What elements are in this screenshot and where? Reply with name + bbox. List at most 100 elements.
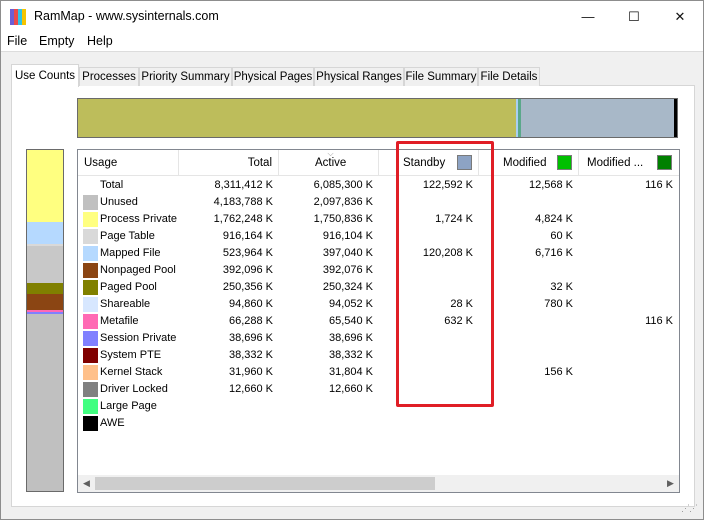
usage-color-swatch: [83, 382, 98, 397]
rammap-window: RamMap - www.sysinternals.com — ☐ ✕ File…: [0, 0, 704, 520]
cell-total: 1,762,248 K: [213, 213, 273, 225]
table-row[interactable]: Session Private 38,696 K 38,696 K: [78, 330, 679, 347]
menu-bar: File Empty Help: [1, 32, 703, 52]
cell-total: 31,960 K: [228, 366, 273, 378]
cell-modified-no-write: [579, 262, 673, 279]
table-row[interactable]: System PTE 38,332 K 38,332 K: [78, 347, 679, 364]
use-counts-list[interactable]: Usage Total ⌵ Active Standby Modified Mo…: [77, 149, 680, 493]
scroll-right-icon[interactable]: ▶: [662, 475, 679, 492]
close-button[interactable]: ✕: [657, 1, 703, 32]
column-header-usage[interactable]: Usage: [78, 150, 179, 176]
title-bar: RamMap - www.sysinternals.com — ☐ ✕: [1, 1, 703, 32]
column-header-modified[interactable]: Modified: [479, 150, 579, 176]
cell-active: 1,750,836 K: [313, 213, 373, 225]
usage-color-swatch: [83, 246, 98, 261]
standby-column-highlight: [396, 141, 494, 407]
column-header-active[interactable]: ⌵ Active: [279, 150, 379, 176]
cell-modified-no-write: [579, 381, 673, 398]
tab-priority-summary[interactable]: Priority Summary: [139, 67, 232, 86]
cell-total: 38,696 K: [228, 332, 273, 344]
cell-active: 94,052 K: [328, 298, 373, 310]
table-row[interactable]: Driver Locked 12,660 K 12,660 K: [78, 381, 679, 398]
usage-color-swatch: [83, 348, 98, 363]
menu-help[interactable]: Help: [87, 34, 113, 48]
usage-color-swatch: [83, 280, 98, 295]
app-icon-stripe: [22, 9, 26, 25]
usage-color-swatch: [83, 212, 98, 227]
column-header-total[interactable]: Total: [179, 150, 279, 176]
cell-total: 38,332 K: [228, 349, 273, 361]
memory-composition-bar: [77, 98, 678, 138]
cell-total: 523,964 K: [222, 247, 273, 259]
cell-active: 38,696 K: [328, 332, 373, 344]
table-row[interactable]: Nonpaged Pool 392,096 K 392,076 K: [78, 262, 679, 279]
usage-color-swatch: [83, 416, 98, 431]
table-row[interactable]: Shareable 94,860 K 94,052 K 28 K 780 K: [78, 296, 679, 313]
list-header: Usage Total ⌵ Active Standby Modified Mo…: [78, 150, 679, 176]
table-row[interactable]: Mapped File 523,964 K 397,040 K 120,208 K 6,…: [78, 245, 679, 262]
horizontal-scrollbar[interactable]: ◀ ▶: [78, 475, 679, 492]
table-row[interactable]: AWE: [78, 415, 679, 432]
menu-empty[interactable]: Empty: [39, 34, 74, 48]
memory-bar-segment: [521, 99, 674, 137]
table-row[interactable]: Page Table 916,164 K 916,104 K 60 K: [78, 228, 679, 245]
tab-use-counts[interactable]: Use Counts: [11, 64, 79, 87]
cell-modified-no-write: 116 K: [645, 179, 673, 191]
minimize-button[interactable]: —: [565, 1, 611, 32]
cell-total: 392,096 K: [222, 264, 273, 276]
cell-active: 12,660 K: [328, 383, 373, 395]
maximize-button[interactable]: ☐: [611, 1, 657, 32]
scroll-left-icon[interactable]: ◀: [78, 475, 95, 492]
usage-color-swatch: [83, 365, 98, 380]
cell-modified-no-write: [579, 347, 673, 364]
cell-total: [179, 398, 273, 415]
table-row[interactable]: Large Page: [78, 398, 679, 415]
cell-total: 8,311,412 K: [214, 179, 273, 191]
cell-modified-no-write: [579, 228, 673, 245]
column-header-modified-no-write[interactable]: Modified ...: [579, 150, 679, 176]
cell-modified-no-write: 116 K: [645, 315, 673, 327]
cell-active: 250,324 K: [322, 281, 373, 293]
usage-bar-segment: [27, 245, 63, 284]
tab-physical-pages[interactable]: Physical Pages: [232, 67, 314, 86]
cell-active: 392,076 K: [322, 264, 373, 276]
usage-color-swatch: [83, 399, 98, 414]
cell-active: 397,040 K: [322, 247, 373, 259]
table-row[interactable]: Unused 4,183,788 K 2,097,836 K: [78, 194, 679, 211]
tab-processes[interactable]: Processes: [79, 67, 139, 86]
usage-color-swatch: [83, 297, 98, 312]
cell-modified: [479, 415, 573, 432]
cell-active: [279, 415, 373, 432]
window-title: RamMap - www.sysinternals.com: [34, 9, 219, 23]
usage-bar-segment: [27, 150, 63, 223]
usage-color-swatch: [83, 229, 98, 244]
usage-color-swatch: [83, 331, 98, 346]
usage-bar-segment: [27, 222, 63, 244]
tab-file-summary[interactable]: File Summary: [404, 67, 478, 86]
cell-total: 12,660 K: [228, 383, 273, 395]
tab-physical-ranges[interactable]: Physical Ranges: [314, 67, 404, 86]
table-row[interactable]: Process Private 1,762,248 K 1,750,836 K 1,7…: [78, 211, 679, 228]
usage-bar-segment: [27, 313, 63, 491]
scrollbar-thumb[interactable]: [95, 477, 435, 490]
rammap-app-icon: [10, 9, 26, 25]
cell-active: 6,085,300 K: [313, 179, 373, 191]
cell-active: [279, 398, 373, 415]
cell-modified-no-write: [579, 296, 673, 313]
table-row[interactable]: Metafile 66,288 K 65,540 K 632 K 116 K: [78, 313, 679, 330]
cell-active: 65,540 K: [328, 315, 373, 327]
cell-modified-no-write: [579, 364, 673, 381]
usage-color-swatch: [83, 314, 98, 329]
table-row[interactable]: Kernel Stack 31,960 K 31,804 K 156 K: [78, 364, 679, 381]
tab-file-details[interactable]: File Details: [478, 67, 540, 86]
table-row[interactable]: Paged Pool 250,356 K 250,324 K 32 K: [78, 279, 679, 296]
usage-color-swatch: [83, 195, 98, 210]
table-row[interactable]: Total 8,311,412 K 6,085,300 K 122,592 K 12,5…: [78, 177, 679, 194]
usage-bar-segment: [27, 293, 63, 310]
resize-grip-icon[interactable]: ⋰⋰: [681, 503, 698, 514]
cell-total: 916,164 K: [222, 230, 273, 242]
menu-file[interactable]: File: [7, 34, 27, 48]
cell-total: 4,183,788 K: [213, 196, 273, 208]
cell-total: 66,288 K: [228, 315, 273, 327]
cell-modified-no-write: [579, 398, 673, 415]
